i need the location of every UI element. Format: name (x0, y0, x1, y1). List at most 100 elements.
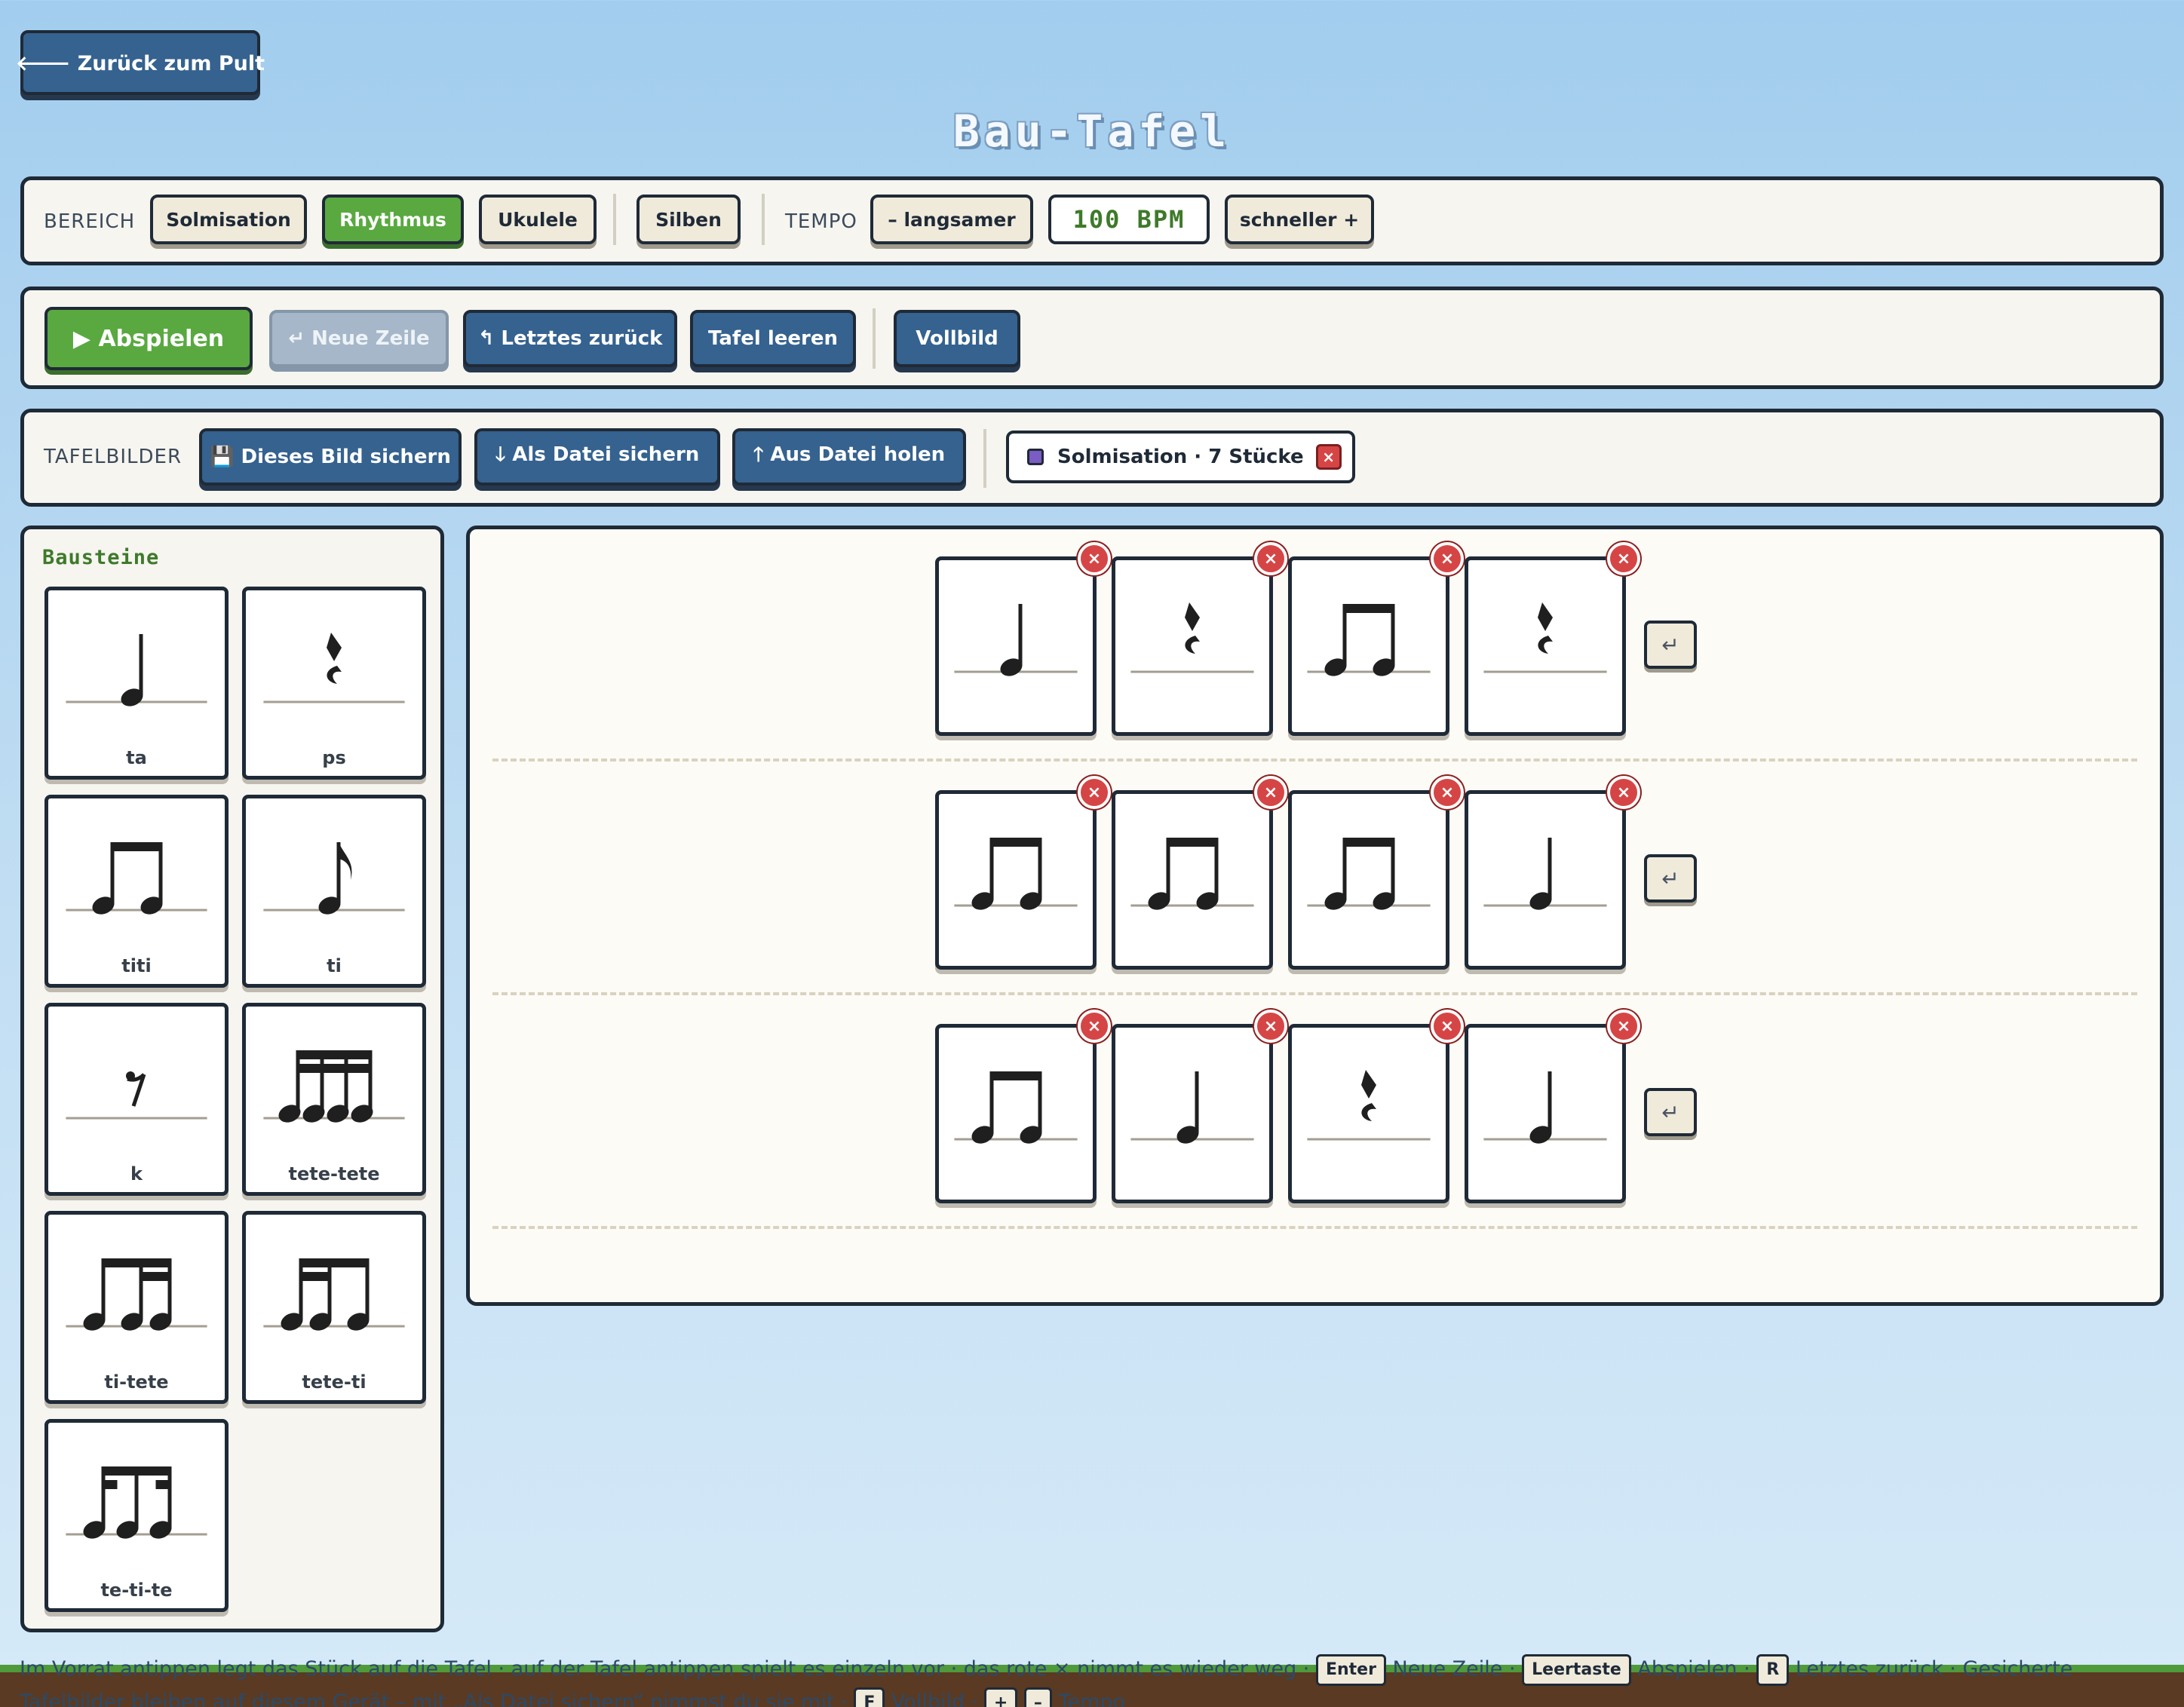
palette-tile-ps[interactable]: ps (242, 587, 426, 780)
syllables-toggle[interactable]: Silben (636, 195, 741, 244)
board-card-ps[interactable]: × (1112, 542, 1287, 736)
save-board-button[interactable]: 💾 Dieses Bild sichern (199, 428, 462, 486)
quarter-note-icon (1130, 1071, 1254, 1144)
eighth-pair-icon (1307, 838, 1431, 910)
row-divider (492, 992, 2137, 995)
back-to-desk-button[interactable]: 🡐 Zurück zum Pult (16, 30, 265, 95)
import-file-button[interactable]: 🡑 Aus Datei holen (732, 428, 966, 486)
help-hint: Im Vorrat antippen legt das Stück auf di… (20, 1653, 2176, 1707)
board: × × × × ↵ × × × × ↵ × × × × ↵ (466, 526, 2164, 1306)
export-file-button[interactable]: 🡓 Als Datei sichern (474, 428, 720, 486)
palette-title: Bausteine (42, 546, 160, 569)
page-title: Bau-Tafel (952, 106, 1232, 157)
saved-board-label: Solmisation · 7 Stücke (1057, 446, 1304, 468)
divider (613, 194, 616, 245)
mode-ukulele-button[interactable]: Ukulele (479, 195, 597, 244)
palette-tile-tete-ti[interactable]: tete-ti (242, 1211, 426, 1404)
remove-card-button[interactable]: × (1078, 542, 1111, 575)
new-row-button[interactable]: ↵ Neue Zeile (269, 310, 449, 367)
quarter-rest-icon (1483, 602, 1607, 673)
undo-last-button[interactable]: ↰ Letztes zurück (463, 310, 677, 367)
bereich-label: BEREICH (44, 210, 136, 233)
bpm-display: 100 BPM (1048, 195, 1210, 244)
board-card-titi[interactable]: × (935, 776, 1111, 970)
board-card-titi[interactable]: × (1288, 776, 1464, 970)
remove-card-button[interactable]: × (1607, 542, 1640, 575)
key-r: R (1756, 1653, 1790, 1686)
key-plus: + (983, 1687, 1018, 1707)
mode-solmisation-button[interactable]: Solmisation (150, 195, 307, 244)
tempo-slower-button[interactable]: – langsamer (870, 195, 1033, 244)
delete-saved-board-button[interactable]: × (1315, 444, 1342, 470)
board-color-swatch (1027, 449, 1044, 465)
row-enter-button[interactable]: ↵ (1644, 621, 1697, 669)
divider (762, 194, 765, 245)
clear-board-button[interactable]: Tafel leeren (690, 310, 856, 367)
fullscreen-button[interactable]: Vollbild (894, 310, 1020, 367)
palette-tile-k[interactable]: k (44, 1003, 229, 1196)
eighth-pair-icon (1307, 604, 1431, 676)
key-minus: – (1023, 1687, 1052, 1707)
board-card-ps[interactable]: × (1288, 1010, 1464, 1203)
palette-tile-titi[interactable]: titi (44, 795, 229, 988)
palette-tile-te-ti-te[interactable]: te-ti-te (44, 1419, 229, 1612)
quarter-rest-icon (1130, 602, 1254, 673)
eighth-pair-icon (954, 838, 1078, 910)
remove-card-button[interactable]: × (1431, 542, 1464, 575)
board-card-ta[interactable]: × (1112, 1010, 1287, 1203)
remove-card-button[interactable]: × (1607, 1010, 1640, 1043)
palette-tile-label: ps (322, 747, 346, 768)
key-f: F (854, 1687, 885, 1707)
remove-card-button[interactable]: × (1431, 776, 1464, 809)
remove-card-button[interactable]: × (1254, 776, 1287, 809)
board-card-titi[interactable]: × (1112, 776, 1287, 970)
divider (983, 429, 986, 488)
board-card-titi[interactable]: × (935, 1010, 1111, 1203)
row-divider (492, 758, 2137, 762)
saved-board-item[interactable]: Solmisation · 7 Stücke × (1006, 431, 1355, 483)
palette-tile-label: ti (327, 955, 342, 976)
remove-card-button[interactable]: × (1078, 1010, 1111, 1043)
hint-text: Abspielen · (1637, 1657, 1750, 1681)
quarter-note-icon (954, 604, 1078, 676)
row-enter-button[interactable]: ↵ (1644, 1088, 1697, 1136)
play-button[interactable]: ▶ Abspielen (44, 307, 253, 370)
remove-card-button[interactable]: × (1607, 776, 1640, 809)
remove-card-button[interactable]: × (1254, 542, 1287, 575)
quarter-note-icon (1483, 1071, 1607, 1144)
tempo-faster-button[interactable]: schneller + (1225, 195, 1374, 244)
tempo-label: TEMPO (785, 210, 857, 233)
board-card-titi[interactable]: × (1288, 542, 1464, 736)
board-card-ta[interactable]: × (1465, 776, 1640, 970)
palette-tile-ti[interactable]: ti (242, 795, 426, 988)
palette-tile-label: ti-tete (104, 1371, 169, 1393)
row-divider (492, 1226, 2137, 1229)
board-card-ps[interactable]: × (1465, 542, 1640, 736)
remove-card-button[interactable]: × (1431, 1010, 1464, 1043)
mode-rhythmus-button[interactable]: Rhythmus (322, 195, 464, 244)
action-bar: ▶ Abspielen ↵ Neue Zeile ↰ Letztes zurüc… (20, 287, 2164, 389)
mode-tempo-bar: BEREICH Solmisation Rhythmus Ukulele Sil… (20, 176, 2164, 265)
saved-boards-bar: TAFELBILDER 💾 Dieses Bild sichern 🡓 Als … (20, 409, 2164, 507)
row-enter-button[interactable]: ↵ (1644, 854, 1697, 903)
quarter-rest-icon (1307, 1070, 1431, 1141)
remove-card-button[interactable]: × (1254, 1010, 1287, 1043)
board-card-ta[interactable]: × (935, 542, 1111, 736)
palette-tile-ti-tete[interactable]: ti-tete (44, 1211, 229, 1404)
remove-card-button[interactable]: × (1078, 776, 1111, 809)
palette-tile-label: ta (126, 747, 147, 768)
eighth-pair-icon (954, 1071, 1078, 1144)
board-card-ta[interactable]: × (1465, 1010, 1640, 1203)
hint-text: Im Vorrat antippen legt das Stück auf di… (20, 1657, 1310, 1681)
palette-tile-ta[interactable]: ta (44, 587, 229, 780)
divider (873, 308, 876, 369)
quarter-note-icon (1483, 838, 1607, 910)
palette-tile-tete-tete[interactable]: tete-tete (242, 1003, 426, 1196)
hint-text: Vollbild · (891, 1690, 978, 1707)
eighth-pair-icon (1130, 838, 1254, 910)
building-blocks-palette: Bausteine ta ps titi ti k tete-tete ti-t… (20, 526, 444, 1632)
tafelbilder-label: TAFELBILDER (44, 446, 183, 468)
palette-tile-label: tete-ti (302, 1371, 367, 1393)
hint-text: Neue Zeile · (1392, 1657, 1516, 1681)
palette-tile-label: titi (121, 955, 152, 976)
